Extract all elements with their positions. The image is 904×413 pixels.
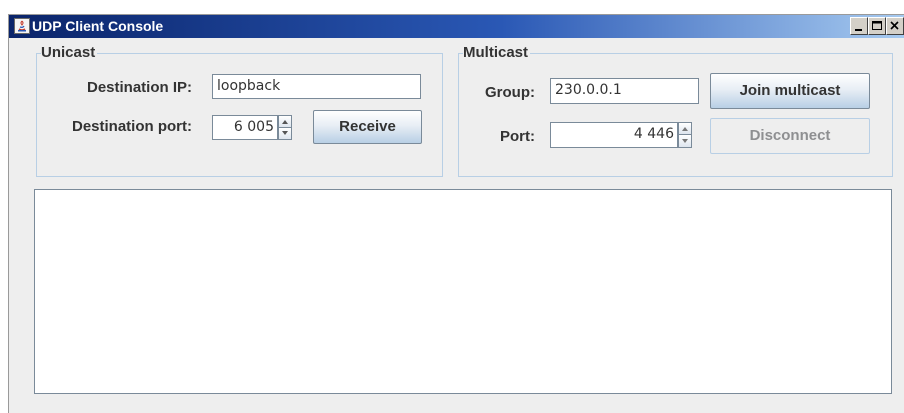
close-icon[interactable] [886,17,904,35]
minimize-icon[interactable] [850,17,868,35]
destination-port-field[interactable]: 6 005 [212,115,278,140]
chevron-down-icon[interactable] [679,135,691,147]
main-window: UDP Client Console Unicast Destination I… [8,14,904,413]
destination-ip-field[interactable]: loopback [212,74,421,99]
chevron-up-icon[interactable] [679,123,691,135]
unicast-panel: Unicast Destination IP: loopback Destina… [36,45,443,177]
java-icon[interactable] [14,18,30,34]
destination-port-stepper[interactable] [278,115,292,140]
destination-port-label: Destination port: [72,118,192,135]
window-title: UDP Client Console [32,18,164,34]
multicast-panel: Multicast Group: 230.0.0.1 Join multicas… [458,45,893,177]
join-multicast-button[interactable]: Join multicast [710,73,870,109]
title-bar[interactable]: UDP Client Console [9,15,904,38]
receive-button[interactable]: Receive [313,110,422,144]
chevron-up-icon[interactable] [279,116,291,128]
unicast-legend: Unicast [41,44,98,61]
group-field[interactable]: 230.0.0.1 [550,78,699,104]
disconnect-button[interactable]: Disconnect [710,118,870,154]
maximize-icon[interactable] [868,17,886,35]
port-label: Port: [500,128,535,145]
port-stepper[interactable] [678,122,692,148]
multicast-legend: Multicast [463,44,531,61]
group-label: Group: [485,84,535,101]
chevron-down-icon[interactable] [279,128,291,139]
destination-ip-label: Destination IP: [86,79,192,96]
port-field[interactable]: 4 446 [550,122,678,148]
output-text-area[interactable] [34,189,892,394]
